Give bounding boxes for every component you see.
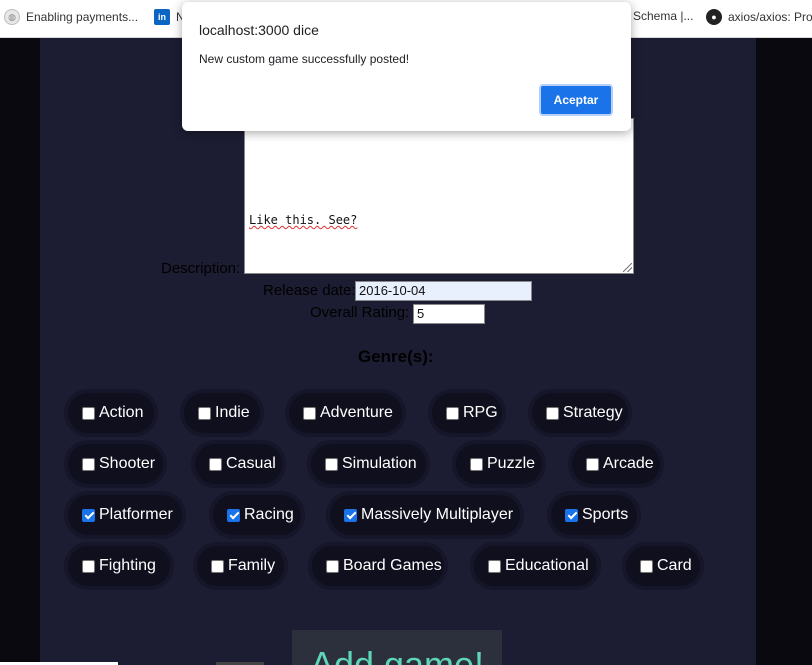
genre-label: Platformer xyxy=(99,506,173,523)
genre-option[interactable]: Puzzle xyxy=(452,440,546,488)
github-icon: ● xyxy=(706,9,722,25)
genre-checkbox[interactable] xyxy=(325,457,338,471)
genre-option[interactable]: Simulation xyxy=(307,440,430,488)
genre-checkbox[interactable] xyxy=(82,457,95,471)
genre-label: Shooter xyxy=(99,455,156,472)
genre-checkbox[interactable] xyxy=(344,508,357,522)
genre-checkbox[interactable] xyxy=(488,559,501,573)
left-gutter xyxy=(0,38,40,665)
genre-option[interactable]: Fighting xyxy=(64,542,174,590)
genre-checkbox[interactable] xyxy=(303,406,316,420)
genre-label: Puzzle xyxy=(487,455,536,472)
genre-label: Strategy xyxy=(563,404,623,421)
linkedin-icon: in xyxy=(154,9,170,25)
right-gutter xyxy=(756,38,812,665)
genre-checkbox[interactable] xyxy=(326,559,339,573)
description-label: Description: xyxy=(161,260,241,277)
genre-option[interactable]: Racing xyxy=(209,491,305,539)
genre-option[interactable]: Casual xyxy=(191,440,286,488)
genre-checkbox[interactable] xyxy=(209,457,222,471)
genre-checkbox[interactable] xyxy=(586,457,599,471)
genre-checkbox[interactable] xyxy=(198,406,211,420)
genre-checkbox[interactable] xyxy=(546,406,559,420)
genre-label: Family xyxy=(228,557,276,574)
genre-label: Fighting xyxy=(99,557,156,574)
genre-option[interactable]: Sports xyxy=(547,491,641,539)
bookmark-enabling-payments[interactable]: ◍ Enabling payments... xyxy=(4,9,138,25)
overall-rating-input[interactable]: 5 xyxy=(413,304,485,324)
description-textarea[interactable]: Like this. See? xyxy=(244,118,634,274)
genre-checkbox[interactable] xyxy=(565,508,578,522)
genre-checkbox[interactable] xyxy=(470,457,483,471)
add-game-button[interactable]: Add game! xyxy=(292,630,502,665)
genre-checkbox[interactable] xyxy=(227,508,240,522)
genre-label: Action xyxy=(99,404,144,421)
genre-option[interactable]: Strategy xyxy=(528,389,632,437)
genre-checkbox[interactable] xyxy=(640,559,653,573)
bookmark-linkedin[interactable]: in N xyxy=(154,9,185,25)
genre-option[interactable]: Card xyxy=(622,542,704,590)
bookmark-label: Enabling payments... xyxy=(26,10,139,24)
genre-label: Indie xyxy=(215,404,250,421)
dialog-ok-button[interactable]: Aceptar xyxy=(539,84,613,116)
release-date-label: Release date: xyxy=(263,282,356,299)
bookmark-schema[interactable]: Schema |... xyxy=(633,9,693,23)
genre-label: Card xyxy=(657,557,692,574)
genre-option[interactable]: Indie xyxy=(180,389,264,437)
dialog-message: New custom game successfully posted! xyxy=(199,52,410,66)
genre-option[interactable]: Board Games xyxy=(308,542,448,590)
genre-option[interactable]: Arcade xyxy=(568,440,664,488)
genre-checkbox[interactable] xyxy=(211,559,224,573)
dialog-title: localhost:3000 dice xyxy=(199,22,319,38)
release-date-input[interactable]: 2016-10-04 xyxy=(355,281,532,301)
genre-option[interactable]: Platformer xyxy=(64,491,186,539)
bookmark-axios[interactable]: ● axios/axios: Pro xyxy=(706,9,812,25)
bookmark-label: Schema |... xyxy=(633,9,694,23)
genre-checkbox[interactable] xyxy=(446,406,459,420)
description-text: Like this. See? xyxy=(249,213,358,227)
genre-label: Adventure xyxy=(320,404,393,421)
genre-label: Casual xyxy=(226,455,276,472)
genre-checkbox[interactable] xyxy=(82,559,95,573)
genre-option[interactable]: Adventure xyxy=(285,389,406,437)
genre-label: Arcade xyxy=(603,455,654,472)
genre-label: Educational xyxy=(505,557,589,574)
genre-checkbox[interactable] xyxy=(82,406,95,420)
genre-option[interactable]: Shooter xyxy=(64,440,167,488)
genre-option[interactable]: Action xyxy=(64,389,158,437)
overall-rating-label: Overall Rating: xyxy=(310,304,410,321)
genre-label: Simulation xyxy=(342,455,417,472)
genre-label: RPG xyxy=(463,404,498,421)
genre-label: Board Games xyxy=(343,557,442,574)
genre-option[interactable]: Family xyxy=(193,542,288,590)
alert-dialog: localhost:3000 dice New custom game succ… xyxy=(182,2,631,131)
genre-heading: Genre(s): xyxy=(358,347,434,366)
genre-option[interactable]: Educational xyxy=(470,542,601,590)
genre-label: Racing xyxy=(244,506,294,523)
globe-icon: ◍ xyxy=(4,9,20,25)
genre-option[interactable]: RPG xyxy=(428,389,506,437)
genre-option[interactable]: Massively Multiplayer xyxy=(326,491,524,539)
genre-checkbox[interactable] xyxy=(82,508,95,522)
genre-label: Massively Multiplayer xyxy=(361,506,514,523)
resize-handle-icon[interactable] xyxy=(623,263,632,272)
genre-label: Sports xyxy=(582,506,629,523)
bookmark-label: axios/axios: Pro xyxy=(728,10,812,24)
